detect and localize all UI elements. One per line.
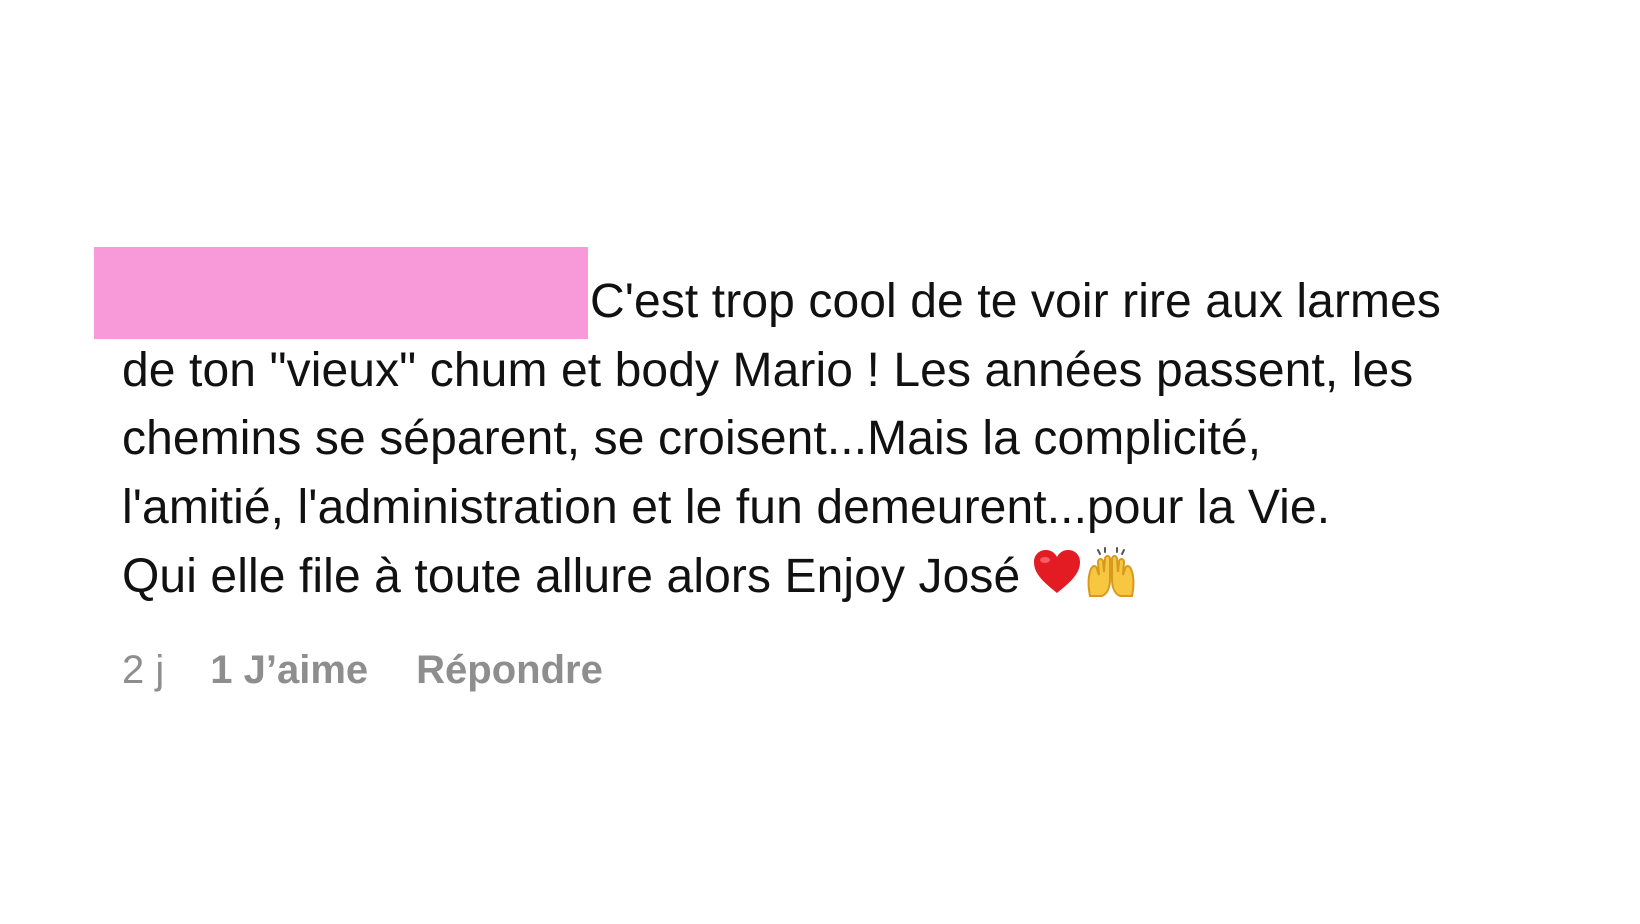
likes-count-button[interactable]: 1 J’aime: [210, 648, 368, 693]
reply-button[interactable]: Répondre: [416, 648, 603, 693]
heart-icon: [1034, 550, 1081, 593]
comment-timestamp[interactable]: 2 j: [122, 648, 164, 693]
raising-hands-icon: [1087, 547, 1135, 597]
comment: C'est trop cool de te voir rire aux larm…: [0, 0, 1640, 924]
comment-text-line-5-wrapper: Qui elle file à toute allure alors Enjoy…: [122, 543, 1138, 611]
comment-actions: 2 j 1 J’aime Répondre: [122, 640, 603, 700]
comment-text-line-5: Qui elle file à toute allure alors Enjoy…: [122, 550, 1021, 603]
comment-text-line-2: de ton "vieux" chum et body Mario ! Les …: [122, 344, 1414, 397]
comment-text-line-4: l'amitié, l'administration et le fun dem…: [122, 481, 1331, 534]
redacted-username: [94, 247, 588, 339]
comment-text-line-1: C'est trop cool de te voir rire aux larm…: [590, 275, 1442, 328]
comment-text-line-3: chemins se séparent, se croisent...Mais …: [122, 412, 1262, 465]
